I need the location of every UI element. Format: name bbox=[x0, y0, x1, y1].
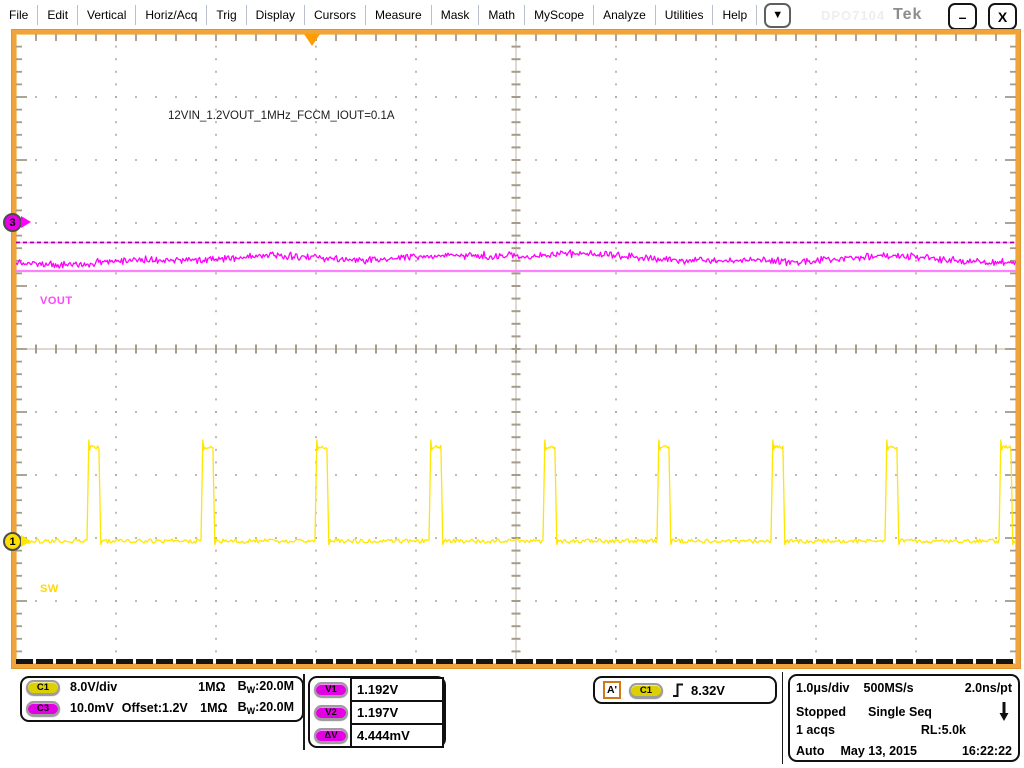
trigger-level-value: 8.32V bbox=[691, 682, 725, 698]
menu-edit[interactable]: Edit bbox=[38, 5, 79, 25]
ch1-marker-arrow-icon bbox=[21, 535, 31, 547]
statusbar-separator-right bbox=[782, 672, 783, 764]
sample-rate: 500MS/s bbox=[863, 681, 914, 695]
minimize-button[interactable]: – bbox=[948, 3, 977, 30]
close-button[interactable]: X bbox=[988, 3, 1017, 30]
acq-date: May 13, 2015 bbox=[840, 744, 917, 758]
timebase-row: 1.0μs/div 500MS/s 2.0ns/pt bbox=[796, 681, 1012, 695]
ch3-marker-arrow-icon bbox=[21, 216, 31, 228]
down-arrow-icon bbox=[999, 702, 1009, 721]
c3-channel-badge[interactable]: C3 bbox=[26, 700, 60, 716]
model-watermark: DPO7104 bbox=[821, 8, 886, 23]
menu-myscope[interactable]: MyScope bbox=[525, 5, 595, 25]
acq-count-row: 1 acqs RL:5.0k bbox=[796, 723, 1012, 737]
c3-scale: 10.0mV bbox=[70, 701, 114, 715]
trigger-position-marker[interactable] bbox=[304, 34, 320, 46]
ch1-reference-marker[interactable]: 1 bbox=[3, 532, 22, 551]
menu-cursors[interactable]: Cursors bbox=[305, 5, 367, 25]
cursor-dv-badge[interactable]: ΔV bbox=[314, 728, 348, 743]
menu-display[interactable]: Display bbox=[247, 5, 305, 25]
cursor-v2-badge[interactable]: V2 bbox=[314, 705, 348, 720]
c1-bandwidth: BW:20.0M bbox=[237, 679, 294, 695]
menu-help[interactable]: Help bbox=[713, 5, 758, 25]
acq-count: 1 acqs bbox=[796, 723, 835, 737]
timebase-scale: 1.0μs/div bbox=[796, 681, 850, 695]
c1-readout-row: C1 8.0V/div 1MΩ BW:20.0M bbox=[26, 679, 296, 695]
ch1-marker-label: 1 bbox=[9, 535, 16, 548]
ch3-marker-label: 3 bbox=[9, 216, 16, 229]
cursor-v1-badge[interactable]: V1 bbox=[314, 682, 348, 697]
trigger-readout-box: A' C1 8.32V bbox=[593, 676, 777, 704]
acq-time: 16:22:22 bbox=[961, 744, 1012, 758]
menu-utilities[interactable]: Utilities bbox=[656, 5, 714, 25]
trigger-source-badge[interactable]: C1 bbox=[629, 682, 663, 698]
menu-measure[interactable]: Measure bbox=[366, 5, 432, 25]
statusbar-separator-left bbox=[303, 674, 305, 750]
waveform-annotation: 12VIN_1.2VOUT_1MHz_FCCM_IOUT=0.1A bbox=[168, 110, 395, 122]
c1-scale: 8.0V/div bbox=[70, 680, 118, 694]
tek-logo: Tek bbox=[893, 6, 923, 23]
c3-impedance: 1MΩ bbox=[200, 701, 228, 715]
cursor-v1-value: 1.192V bbox=[350, 677, 444, 702]
vout-trace-label: VOUT bbox=[40, 295, 73, 307]
trigger-mode: Auto bbox=[796, 744, 825, 758]
cursor-dv-value: 4.444mV bbox=[350, 723, 444, 748]
record-length: RL:5.0k bbox=[920, 723, 966, 737]
menu-vertical[interactable]: Vertical bbox=[78, 5, 137, 25]
acq-datetime-row: Auto May 13, 2015 16:22:22 bbox=[796, 744, 1012, 758]
c3-offset: Offset:1.2V bbox=[121, 701, 188, 715]
c1-channel-badge[interactable]: C1 bbox=[26, 679, 60, 695]
menu-mask[interactable]: Mask bbox=[432, 5, 480, 25]
rising-edge-slope-icon bbox=[673, 683, 683, 697]
trigger-system-badge[interactable]: A' bbox=[603, 681, 621, 699]
menu-analyze[interactable]: Analyze bbox=[594, 5, 656, 25]
ch3-reference-marker[interactable]: 3 bbox=[3, 213, 22, 232]
menu-trig[interactable]: Trig bbox=[207, 5, 247, 25]
c1-impedance: 1MΩ bbox=[198, 680, 226, 694]
sw-trace-label: SW bbox=[40, 583, 59, 595]
menu-file[interactable]: File bbox=[0, 5, 39, 25]
c3-readout-row: C3 10.0mV Offset:1.2V 1MΩ BW:20.0M bbox=[26, 700, 296, 716]
acq-mode: Single Seq bbox=[868, 704, 932, 719]
acq-state-row: Stopped Single Seq bbox=[796, 701, 1012, 722]
menu-overflow-button[interactable]: ▼ bbox=[764, 2, 792, 28]
menu-math[interactable]: Math bbox=[479, 5, 526, 25]
waveform-display[interactable] bbox=[16, 34, 1016, 664]
sample-period: 2.0ns/pt bbox=[964, 681, 1012, 695]
cursor-v2-value: 1.197V bbox=[350, 700, 444, 725]
menu-horiz-acq[interactable]: Horiz/Acq bbox=[136, 5, 208, 25]
c3-bandwidth: BW:20.0M bbox=[237, 700, 294, 716]
acq-state: Stopped bbox=[796, 704, 846, 719]
